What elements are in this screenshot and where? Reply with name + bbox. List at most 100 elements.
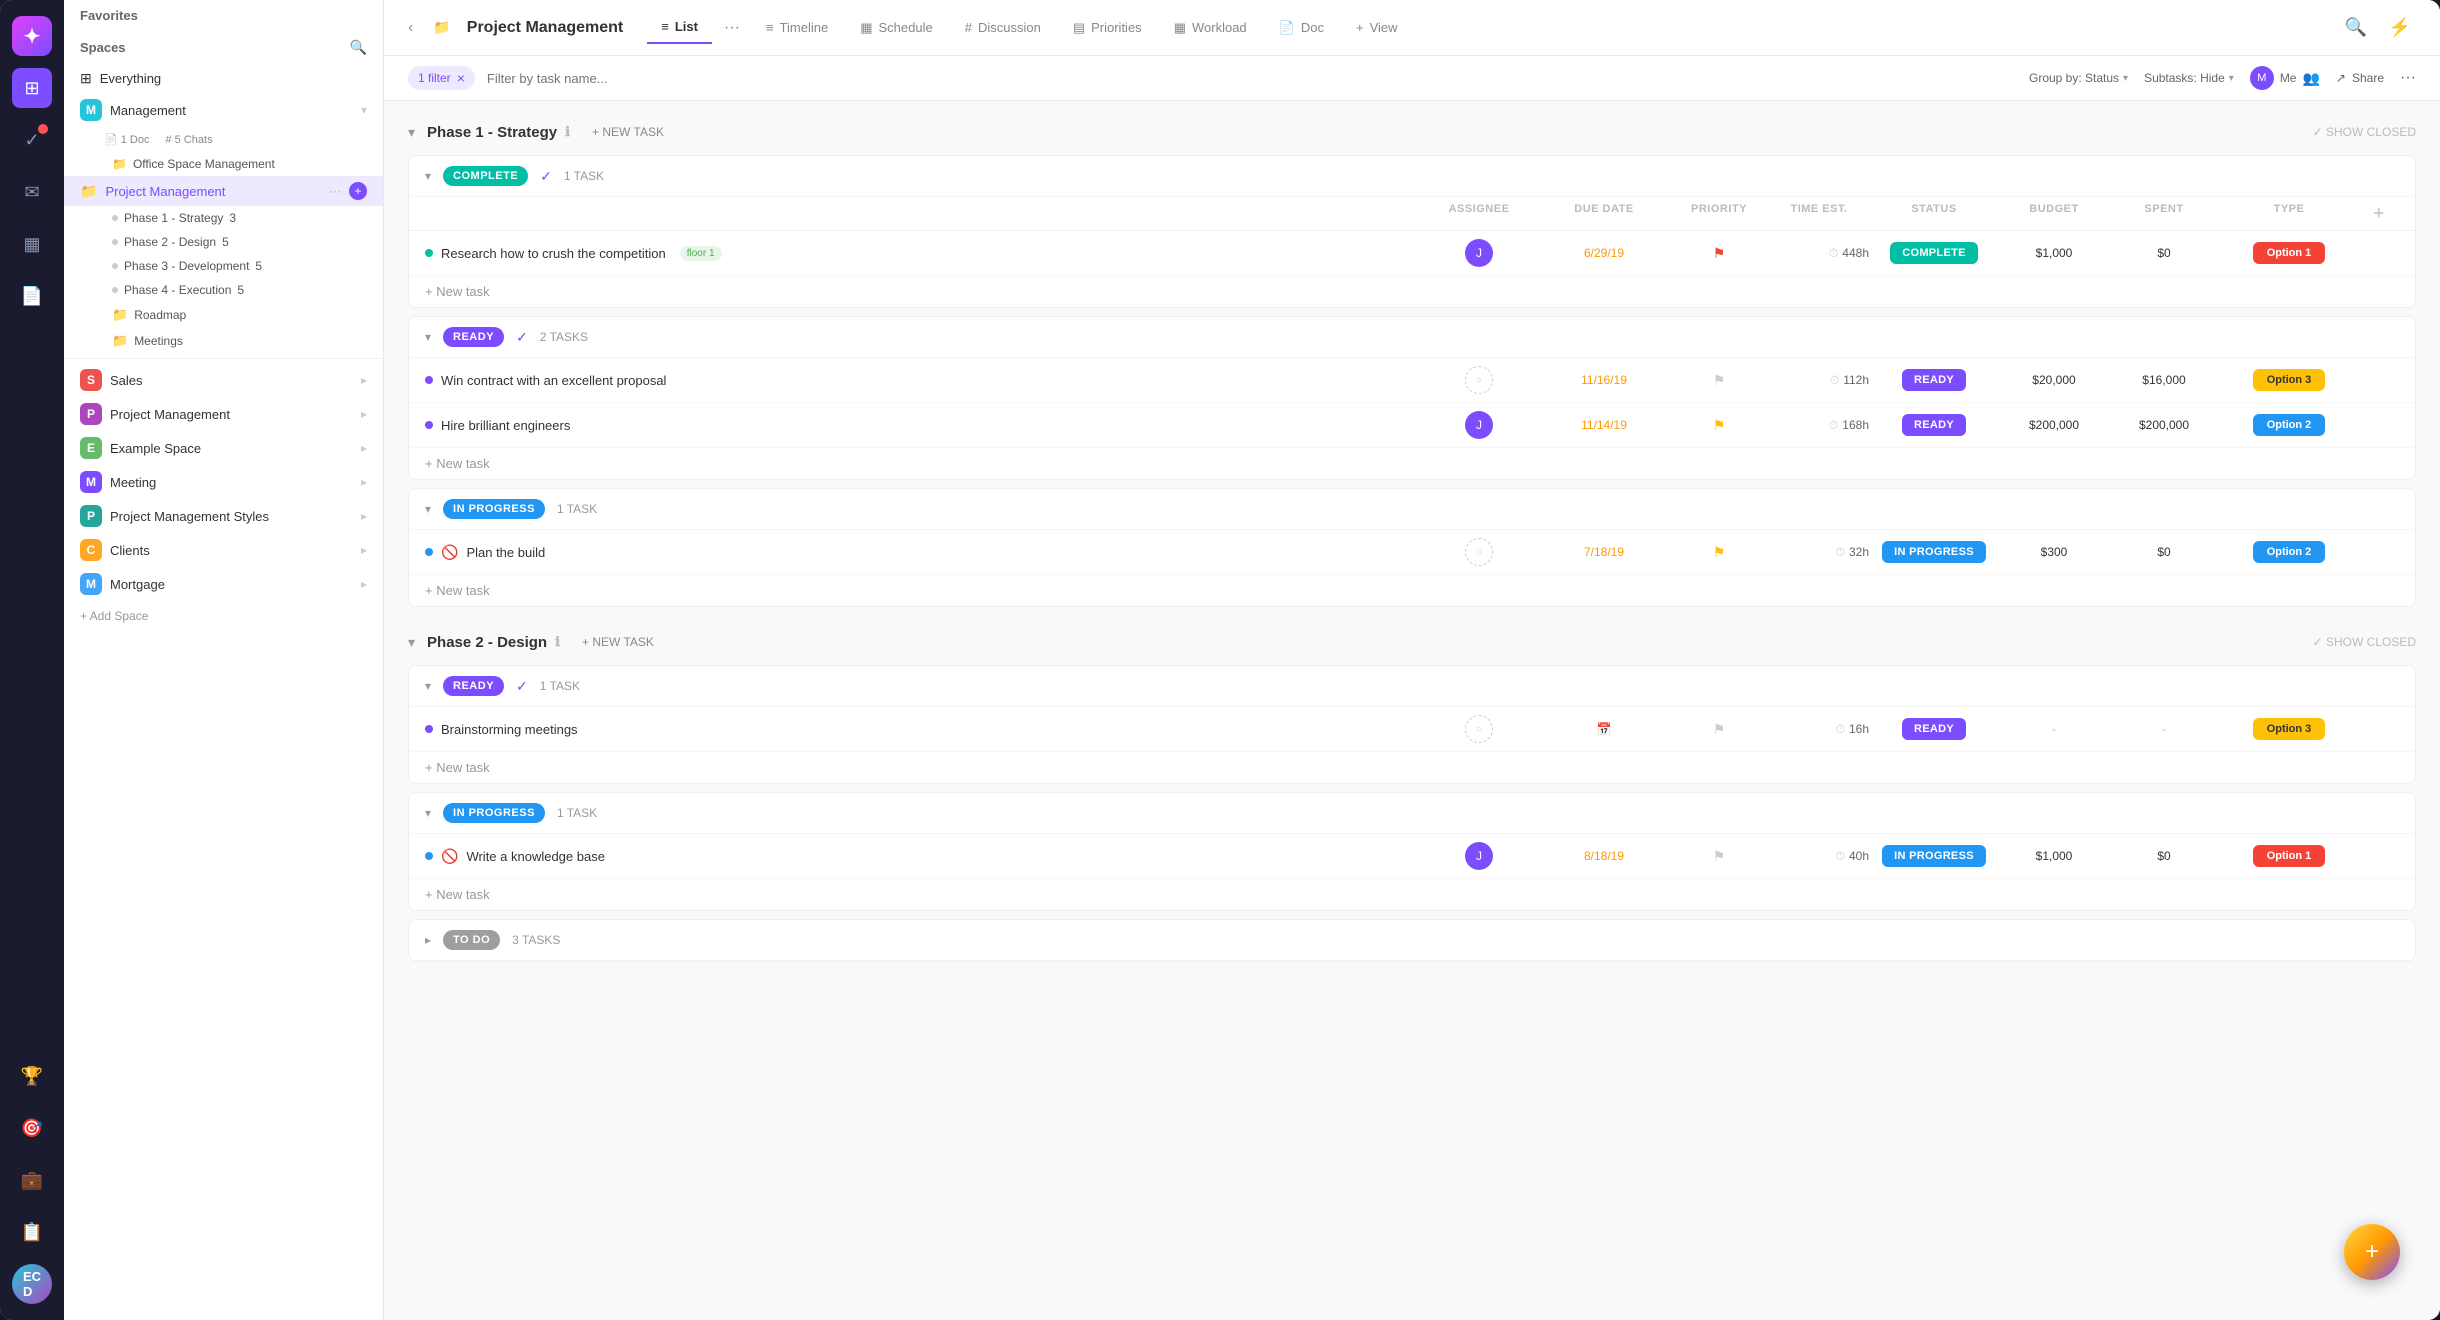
task-type[interactable]: Option 1 — [2219, 242, 2359, 264]
task-assignee[interactable]: J — [1419, 239, 1539, 267]
sidebar-item-example[interactable]: E Example Space ▸ — [64, 431, 383, 465]
sidebar-item-sales[interactable]: S Sales ▸ — [64, 363, 383, 397]
complete-new-task[interactable]: + New task — [409, 276, 2415, 307]
group-todo-phase2-toggle[interactable]: ▸ — [425, 933, 431, 947]
task-name[interactable]: Write a knowledge base — [466, 849, 605, 864]
sidebar-search-icon[interactable]: 🔍 — [350, 39, 367, 56]
nav-goals[interactable]: 🎯 — [12, 1108, 52, 1148]
group-inprogress-toggle[interactable]: ▾ — [425, 502, 431, 516]
task-assignee[interactable]: J — [1419, 842, 1539, 870]
task-assignee[interactable]: ○ — [1419, 538, 1539, 566]
task-priority[interactable]: ⚑ — [1669, 544, 1769, 561]
search-button[interactable]: 🔍 — [2340, 12, 2372, 44]
task-spent[interactable]: - — [2109, 722, 2219, 736]
doc-tag[interactable]: 📄 1 Doc — [104, 133, 150, 146]
chat-tag[interactable]: # 5 Chats — [166, 133, 213, 146]
task-budget[interactable]: $1,000 — [1999, 849, 2109, 863]
phase-2-new-task[interactable]: + NEW TASK — [572, 631, 664, 653]
task-priority[interactable]: ⚑ — [1669, 372, 1769, 389]
sidebar-item-phase2[interactable]: Phase 2 - Design 5 — [64, 230, 383, 254]
task-budget[interactable]: $1,000 — [1999, 246, 2109, 260]
add-view-button[interactable]: + View — [1342, 12, 1412, 43]
task-type[interactable]: Option 1 — [2219, 845, 2359, 867]
task-spent[interactable]: $16,000 — [2109, 373, 2219, 387]
phase-1-new-task[interactable]: + NEW TASK — [582, 121, 674, 143]
sidebar-item-phase4[interactable]: Phase 4 - Execution 5 — [64, 278, 383, 302]
sidebar-item-roadmap[interactable]: 📁 Roadmap — [64, 302, 383, 328]
task-due-date[interactable]: 11/16/19 — [1539, 373, 1669, 387]
subtasks-control[interactable]: Subtasks: Hide ▾ — [2144, 71, 2234, 85]
task-name[interactable]: Research how to crush the competition — [441, 246, 666, 261]
nav-trophy[interactable]: 🏆 — [12, 1056, 52, 1096]
sidebar-item-pm-styles[interactable]: P Project Management Styles ▸ — [64, 499, 383, 533]
task-type[interactable]: Option 2 — [2219, 414, 2359, 436]
group-complete-toggle[interactable]: ▾ — [425, 169, 431, 183]
sidebar-item-meeting[interactable]: M Meeting ▸ — [64, 465, 383, 499]
task-priority[interactable]: ⚑ — [1669, 721, 1769, 738]
phase-2-info-icon[interactable]: ℹ — [555, 634, 560, 650]
filter-more-icon[interactable]: ··· — [2400, 69, 2416, 87]
task-due-date[interactable]: 11/14/19 — [1539, 418, 1669, 432]
task-status-cell[interactable]: READY — [1869, 414, 1999, 436]
task-priority[interactable]: ⚑ — [1669, 417, 1769, 434]
user-avatar[interactable]: ECD — [12, 1264, 52, 1304]
sidebar-item-pm-space[interactable]: P Project Management ▸ — [64, 397, 383, 431]
tab-priorities[interactable]: ▤ Priorities — [1059, 12, 1156, 44]
sidebar-item-clients[interactable]: C Clients ▸ — [64, 533, 383, 567]
lightning-button[interactable]: ⚡ — [2384, 12, 2416, 44]
sidebar-item-mortgage[interactable]: M Mortgage ▸ — [64, 567, 383, 601]
task-spent[interactable]: $0 — [2109, 246, 2219, 260]
tab-schedule[interactable]: ▦ Schedule — [846, 12, 947, 44]
tab-timeline[interactable]: ≡ Timeline — [752, 12, 842, 43]
tab-more-icon[interactable]: ··· — [716, 15, 748, 41]
share-button[interactable]: ↗ Share — [2336, 71, 2384, 85]
task-name[interactable]: Brainstorming meetings — [441, 722, 578, 737]
sidebar-item-office-space[interactable]: 📁 Office Space Management — [64, 152, 383, 176]
sidebar-item-phase1[interactable]: Phase 1 - Strategy 3 — [64, 206, 383, 230]
pm-more-icon[interactable]: ··· — [329, 184, 341, 198]
sidebar-item-everything[interactable]: ⊞ Everything — [64, 64, 383, 93]
nav-notes[interactable]: 📋 — [12, 1212, 52, 1252]
group-ready-phase2-toggle[interactable]: ▾ — [425, 679, 431, 693]
task-budget[interactable]: $20,000 — [1999, 373, 2109, 387]
tab-doc[interactable]: 📄 Doc — [1265, 12, 1338, 44]
task-status-cell[interactable]: READY — [1869, 718, 1999, 740]
task-due-date[interactable]: 📅 — [1539, 722, 1669, 736]
inprogress-phase2-new-task[interactable]: + New task — [409, 879, 2415, 910]
add-space-button[interactable]: + Add Space — [64, 601, 383, 631]
phase-2-show-closed[interactable]: ✓ SHOW CLOSED — [2313, 635, 2416, 649]
nav-dashboard[interactable]: ▦ — [12, 224, 52, 264]
task-name-filter-input[interactable] — [487, 71, 2017, 86]
phase-1-show-closed[interactable]: ✓ SHOW CLOSED — [2313, 125, 2416, 139]
tab-discussion[interactable]: # Discussion — [951, 12, 1055, 43]
group-inprogress-phase2-toggle[interactable]: ▾ — [425, 806, 431, 820]
tab-workload[interactable]: ▦ Workload — [1160, 12, 1261, 44]
task-spent[interactable]: $200,000 — [2109, 418, 2219, 432]
fab-add-button[interactable]: + — [2344, 1224, 2400, 1280]
nav-docs[interactable]: 📄 — [12, 276, 52, 316]
sidebar-item-project-management[interactable]: 📁 Project Management ··· + — [64, 176, 383, 206]
task-budget[interactable]: $200,000 — [1999, 418, 2109, 432]
filter-close-icon[interactable]: × — [457, 70, 465, 86]
task-spent[interactable]: $0 — [2109, 545, 2219, 559]
task-spent[interactable]: $0 — [2109, 849, 2219, 863]
task-due-date[interactable]: 6/29/19 — [1539, 246, 1669, 260]
tab-list[interactable]: ≡ List — [647, 11, 712, 44]
inprogress-new-task[interactable]: + New task — [409, 575, 2415, 606]
sidebar-item-meetings[interactable]: 📁 Meetings — [64, 328, 383, 354]
task-status-cell[interactable]: READY — [1869, 369, 1999, 391]
add-column-icon[interactable]: + — [2373, 203, 2384, 223]
task-assignee[interactable]: J — [1419, 411, 1539, 439]
task-name[interactable]: Win contract with an excellent proposal — [441, 373, 666, 388]
nav-home[interactable]: ⊞ — [12, 68, 52, 108]
filter-tag[interactable]: 1 filter × — [408, 66, 475, 90]
task-assignee[interactable]: ○ — [1419, 366, 1539, 394]
edit-icon[interactable]: ✏ — [674, 374, 683, 387]
nav-inbox[interactable]: ✉ — [12, 172, 52, 212]
task-type[interactable]: Option 3 — [2219, 369, 2359, 391]
phase-1-toggle[interactable]: ▾ — [408, 124, 415, 141]
task-priority[interactable]: ⚑ — [1669, 245, 1769, 262]
task-assignee[interactable]: ○ — [1419, 715, 1539, 743]
task-budget[interactable]: $300 — [1999, 545, 2109, 559]
phase-1-info-icon[interactable]: ℹ — [565, 124, 570, 140]
